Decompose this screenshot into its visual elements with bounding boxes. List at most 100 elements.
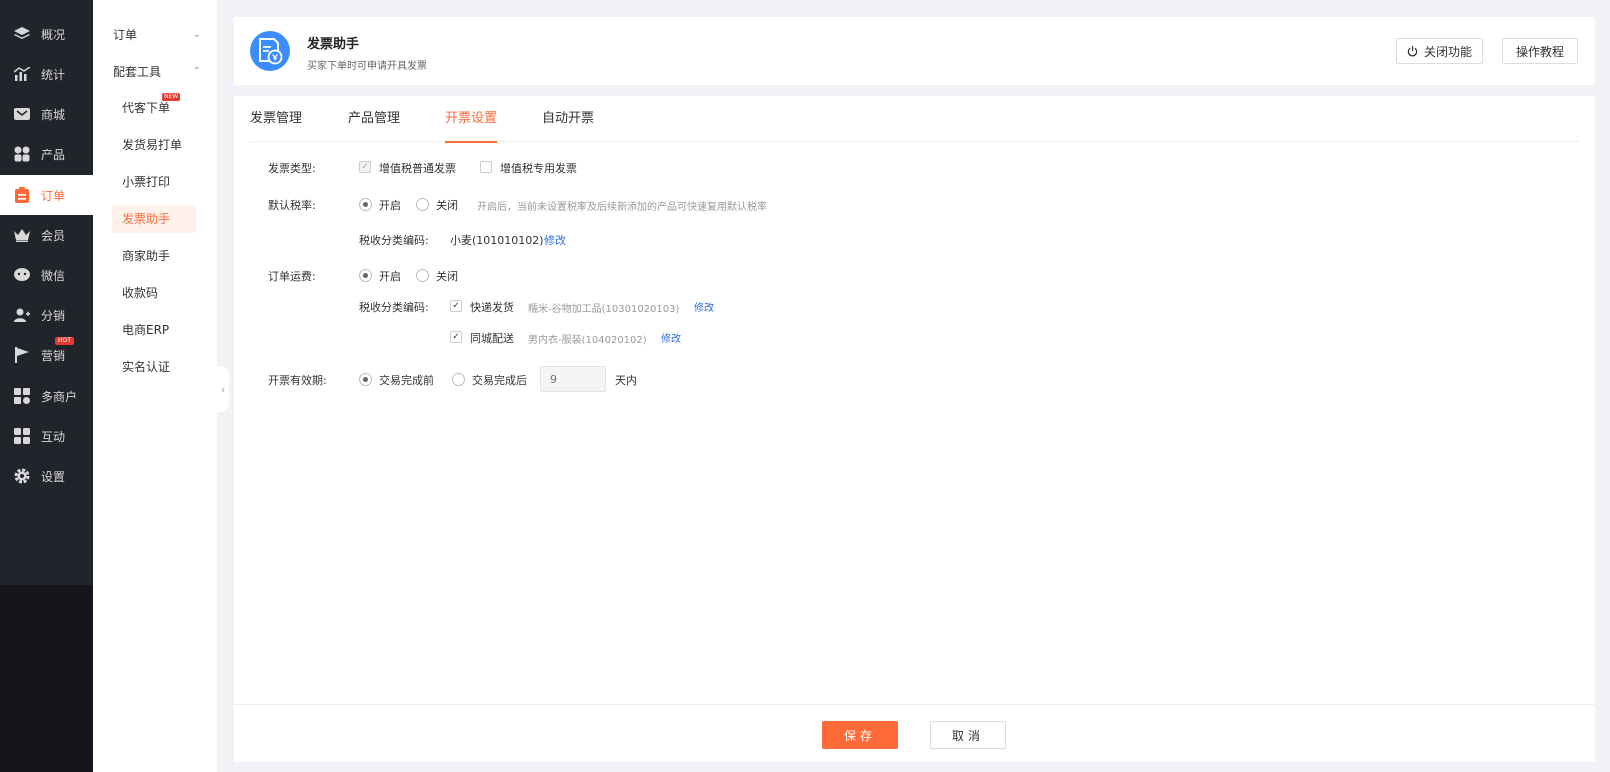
order-icon <box>13 186 31 204</box>
validity-days-input[interactable] <box>540 366 606 392</box>
nav-item-settings[interactable]: 设置 <box>0 456 93 496</box>
nav-item-label: 营销 <box>41 348 66 363</box>
save-button[interactable]: 保存 <box>822 721 898 749</box>
default-tax-off-radio[interactable] <box>416 198 429 211</box>
subnav-group-order[interactable]: 订单 ⌄ <box>113 24 201 44</box>
crown-icon <box>13 226 31 244</box>
subnav-item-shipping-print[interactable]: 发货易打单 <box>112 131 196 159</box>
nav-item-label: 设置 <box>41 469 66 484</box>
validity-before-label: 交易完成前 <box>379 374 434 387</box>
express-label: 快递发货 <box>470 301 514 314</box>
shipping-off-label: 关闭 <box>436 270 458 283</box>
subnav-item-label: 发货易打单 <box>122 138 183 152</box>
distribution-icon <box>13 306 31 324</box>
subnav-item-payment-code[interactable]: 收款码 <box>112 279 196 307</box>
app-header: 发票助手 买家下单时可申请开具发票 关闭功能 操作教程 <box>234 17 1595 85</box>
tab-auto-invoice[interactable]: 自动开票 <box>542 96 594 142</box>
new-badge: NEW <box>162 93 181 101</box>
flag-icon <box>13 346 31 364</box>
settings-panel: 发票管理 产品管理 开票设置 自动开票 发票类型: ✓ 增值税普通发票 增值税专… <box>234 96 1595 704</box>
express-checkbox[interactable]: ✓ <box>450 300 462 312</box>
subnav-item-erp[interactable]: 电商ERP <box>112 316 196 344</box>
subnav-item-receipt-print[interactable]: 小票打印 <box>112 168 196 196</box>
local-delivery-tax-code: 男内衣-服装(104020102) <box>528 335 647 346</box>
close-feature-label: 关闭功能 <box>1423 44 1472 59</box>
chevron-down-icon: ⌄ <box>192 28 201 40</box>
nav-item-marketing[interactable]: 营销 HOT <box>0 335 93 375</box>
tab-product-management[interactable]: 产品管理 <box>348 96 400 142</box>
subnav-item-label: 代客下单 <box>122 101 171 115</box>
default-tax-on-radio[interactable] <box>359 198 372 211</box>
nav-item-overview[interactable]: 概况 <box>0 14 93 54</box>
shipping-off-radio[interactable] <box>416 269 429 282</box>
shipping-on-label: 开启 <box>379 270 401 283</box>
chevron-left-icon: ‹ <box>220 382 226 396</box>
nav-item-multi-merchant[interactable]: 多商户 <box>0 376 93 416</box>
subnav-item-label: 商家助手 <box>122 249 171 263</box>
tax-code-edit-link[interactable]: 修改 <box>544 232 566 248</box>
close-feature-button[interactable]: 关闭功能 <box>1396 38 1483 64</box>
nav-item-member[interactable]: 会员 <box>0 215 93 255</box>
gear-icon <box>13 467 31 485</box>
validity-after-radio[interactable] <box>452 373 465 386</box>
tab-invoice-settings[interactable]: 开票设置 <box>445 96 498 143</box>
local-delivery-edit-link[interactable]: 修改 <box>661 330 681 345</box>
nav-item-interaction[interactable]: 互动 <box>0 416 93 456</box>
invoice-type-label: 发票类型: <box>268 162 316 175</box>
express-tax-code: 糯米-谷物加工品(10301020103) <box>528 304 680 315</box>
multi-merchant-icon <box>13 387 31 405</box>
nav-item-order[interactable]: 订单 <box>0 175 93 215</box>
nav-item-stats[interactable]: 统计 <box>0 54 93 94</box>
page-description: 买家下单时可申请开具发票 <box>307 61 427 72</box>
subnav-item-proxy-order[interactable]: 代客下单 NEW <box>112 93 196 122</box>
subnav-item-invoice-assistant[interactable]: 发票助手 <box>112 205 196 233</box>
form-footer: 保存 取消 <box>234 704 1595 762</box>
nav-item-product[interactable]: 产品 <box>0 134 93 174</box>
invoice-app-icon <box>250 31 290 71</box>
default-tax-off-label: 关闭 <box>436 199 458 212</box>
validity-after-label: 交易完成后 <box>472 374 527 387</box>
subnav-item-merchant-assistant[interactable]: 商家助手 <box>112 242 196 270</box>
mall-icon <box>13 105 31 123</box>
vat-special-checkbox[interactable] <box>480 161 492 173</box>
nav-item-label: 统计 <box>41 67 66 82</box>
tax-code-label: 税收分类编码: <box>359 234 429 247</box>
validity-before-radio[interactable] <box>359 373 372 386</box>
express-edit-link[interactable]: 修改 <box>694 299 714 314</box>
tab-invoice-management[interactable]: 发票管理 <box>250 96 302 142</box>
tutorial-label: 操作教程 <box>1515 44 1564 59</box>
validity-label: 开票有效期: <box>268 374 327 387</box>
nav-item-label: 会员 <box>41 228 66 243</box>
chevron-up-icon: ⌃ <box>192 65 201 77</box>
sub-nav: 订单 ⌄ 配套工具 ⌃ 代客下单 NEW 发货易打单 小票打印 发票助手 商家助… <box>93 0 217 772</box>
subnav-item-label: 电商ERP <box>122 323 170 337</box>
nav-item-label: 微信 <box>41 268 66 283</box>
layers-icon <box>13 25 31 43</box>
subnav-item-label: 小票打印 <box>122 175 171 189</box>
default-tax-label: 默认税率: <box>268 199 316 212</box>
subnav-item-real-name[interactable]: 实名认证 <box>112 353 196 381</box>
cancel-button[interactable]: 取消 <box>930 721 1006 749</box>
nav-item-mall[interactable]: 商城 <box>0 94 93 134</box>
shipping-on-radio[interactable] <box>359 269 372 282</box>
collapse-handle[interactable]: ‹ <box>217 366 229 412</box>
nav-item-label: 互动 <box>41 429 66 444</box>
nav-item-wechat[interactable]: 微信 <box>0 255 93 295</box>
tutorial-button[interactable]: 操作教程 <box>1502 38 1578 64</box>
default-tax-on-label: 开启 <box>379 199 401 212</box>
main-nav: 概况 统计 商城 产品 订单 会员 微信 分销 营销 HOT 多商户 互动 设置 <box>0 0 93 772</box>
default-tax-hint: 开启后，当前未设置税率及后续新添加的产品可快速复用默认税率 <box>477 202 767 213</box>
subnav-group-label: 订单 <box>113 27 138 42</box>
subnav-group-tools[interactable]: 配套工具 ⌃ <box>113 61 201 81</box>
vat-normal-checkbox[interactable]: ✓ <box>359 161 371 173</box>
subnav-group-label: 配套工具 <box>113 64 162 79</box>
page-title: 发票助手 <box>307 37 360 52</box>
stats-icon <box>13 65 31 83</box>
nav-item-label: 概况 <box>41 27 66 42</box>
product-icon <box>13 145 31 163</box>
nav-item-label: 商城 <box>41 107 66 122</box>
nav-item-label: 产品 <box>41 147 66 162</box>
shipping-tax-code-label: 税收分类编码: <box>359 301 429 314</box>
nav-item-distribution[interactable]: 分销 <box>0 295 93 335</box>
local-delivery-checkbox[interactable]: ✓ <box>450 331 462 343</box>
